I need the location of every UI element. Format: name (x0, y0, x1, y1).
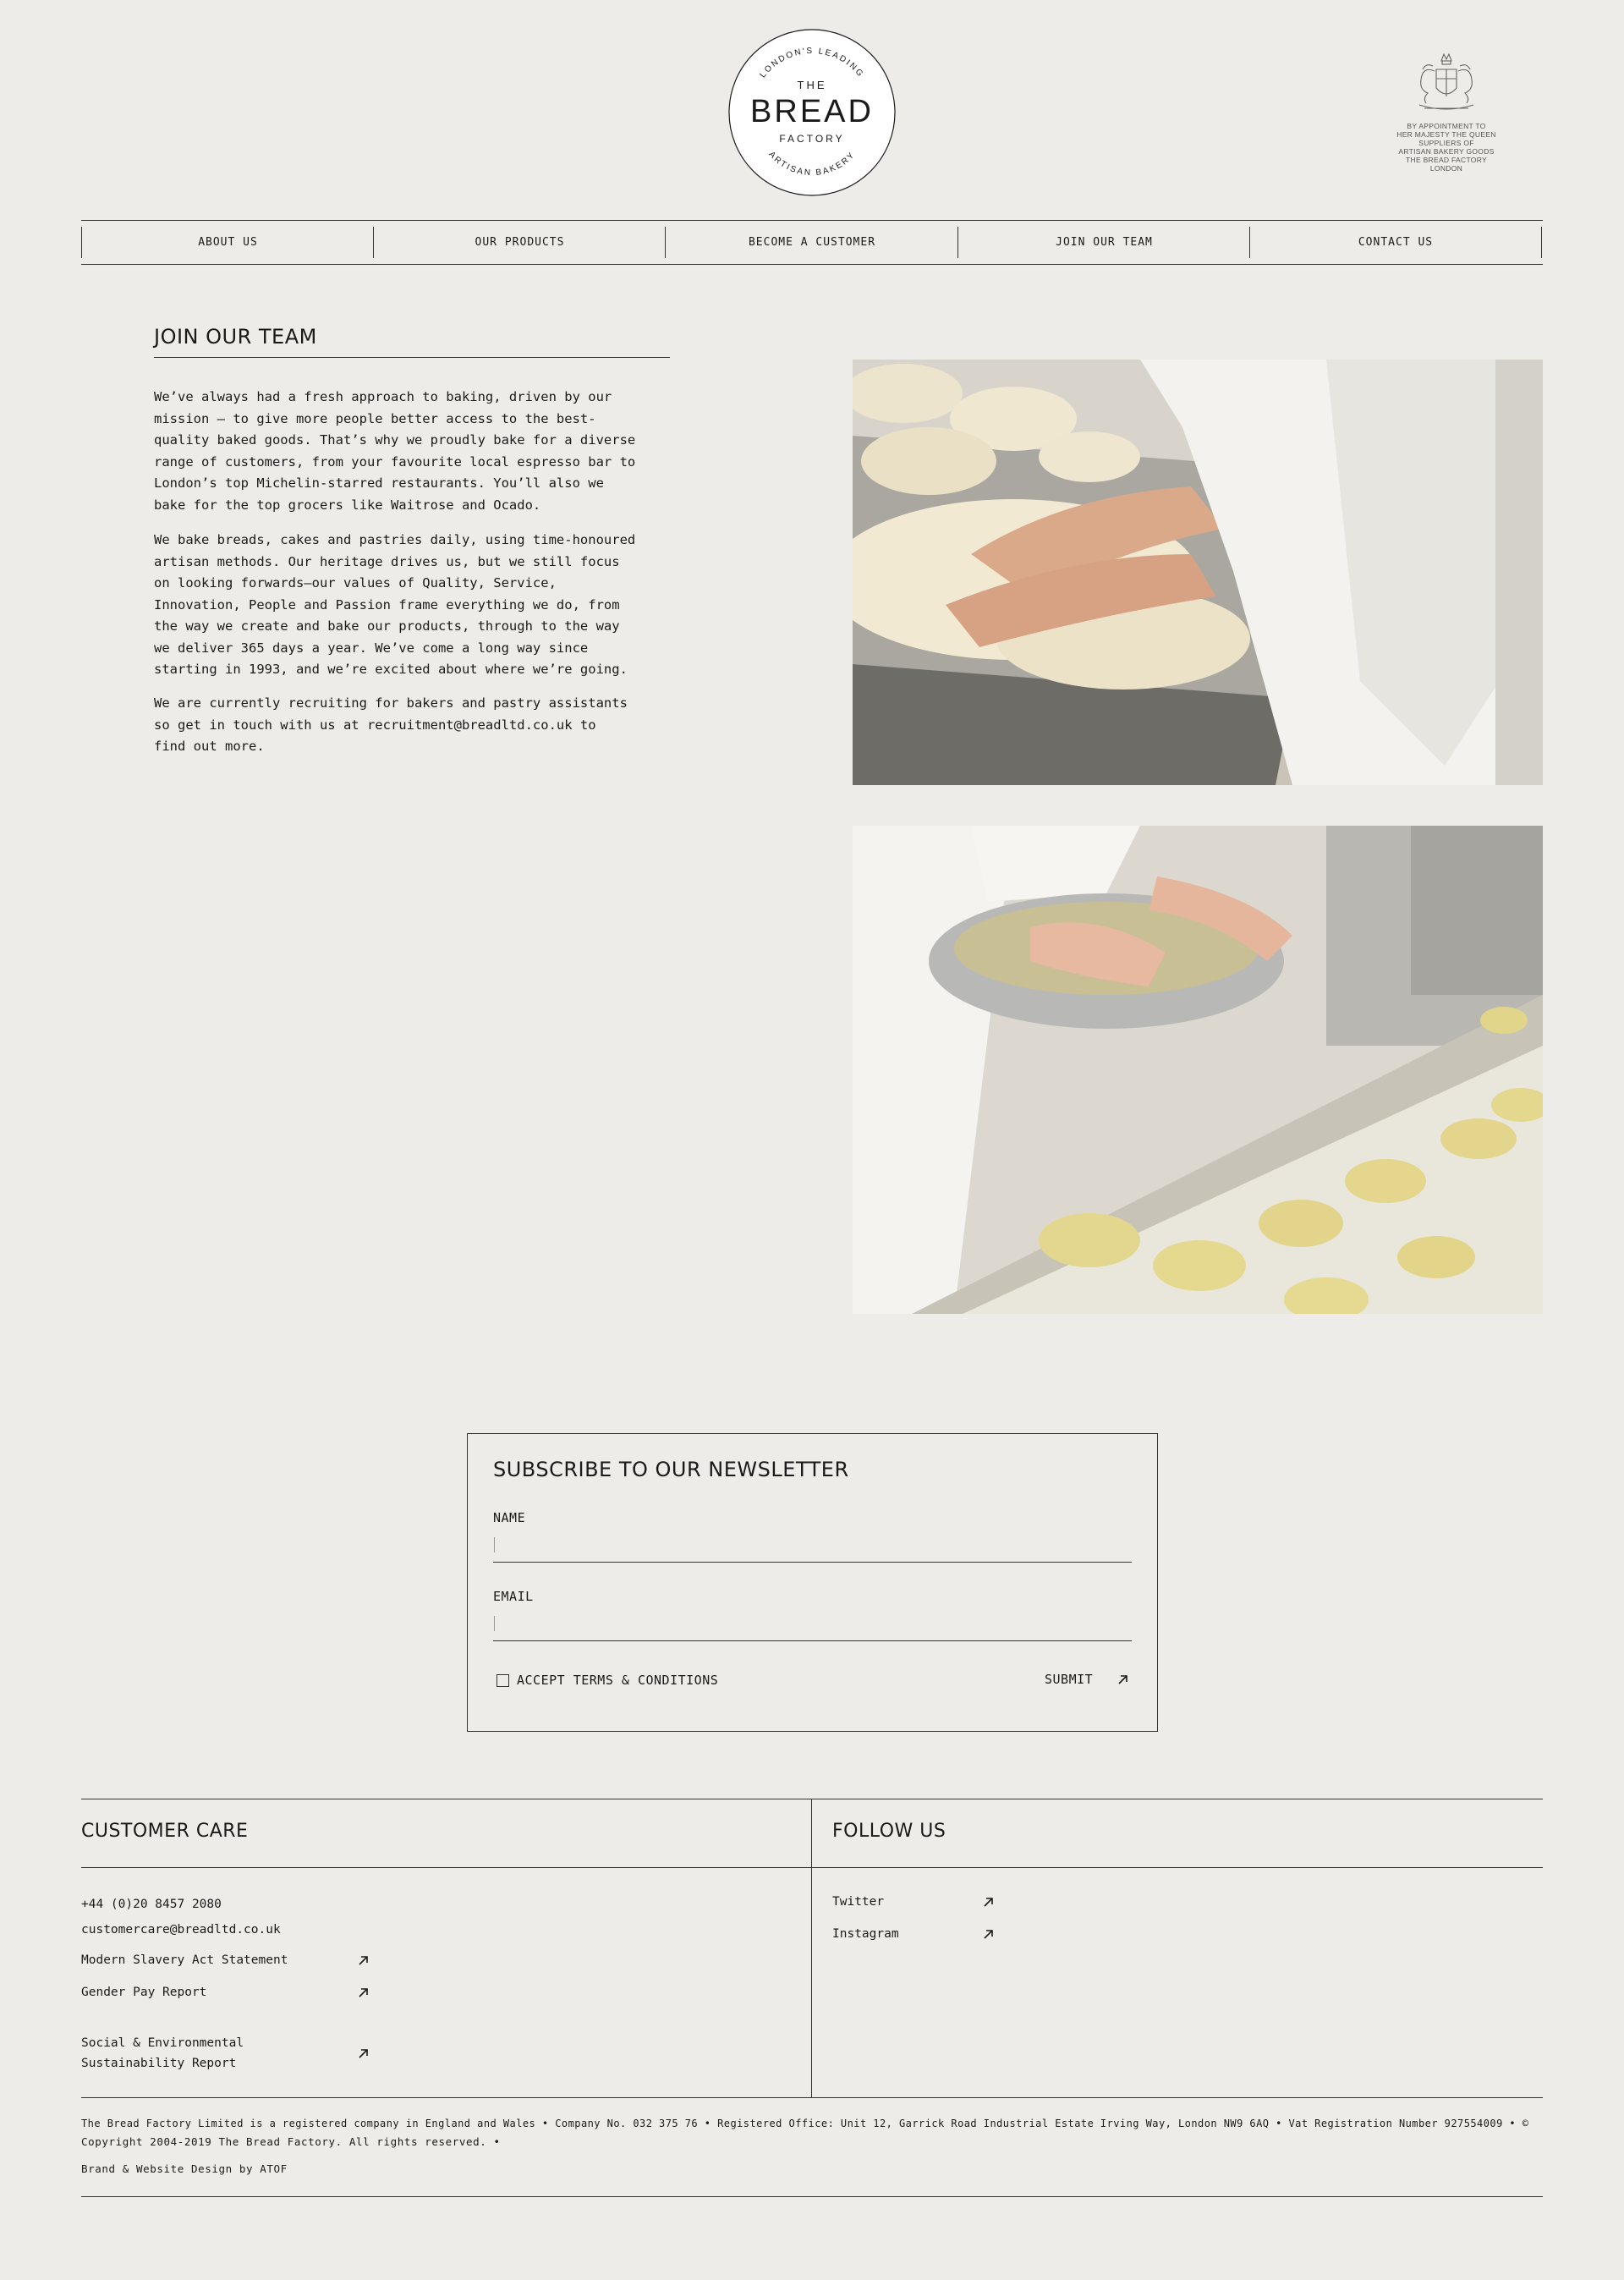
warrant-line: SUPPLIERS OF (1418, 139, 1474, 147)
warrant-line: ARTISAN BAKERY GOODS (1398, 147, 1495, 156)
instagram-label: Instagram (832, 1927, 899, 1941)
baker-kneading-dough-photo (853, 360, 1543, 785)
paragraph-line: the way we create and bake our products,… (154, 618, 620, 634)
arrow-up-right-icon (359, 1988, 368, 1997)
royal-warrant-text: BY APPOINTMENT TO HER MAJESTY THE QUEEN … (1387, 122, 1506, 173)
email-input-caret (494, 1616, 495, 1631)
sustainability-label-line: Social & Environmental (81, 2036, 244, 2050)
modern-slavery-link[interactable]: Modern Slavery Act Statement (81, 1950, 373, 1970)
instagram-link[interactable]: Instagram (832, 1924, 997, 1944)
paragraph-line: We bake breads, cakes and pastries daily… (154, 532, 636, 547)
submit-label: SUBMIT (1045, 1672, 1094, 1687)
follow-us-heading: FOLLOW US (832, 1821, 946, 1842)
footer-heading-rule (81, 1867, 1543, 1868)
paragraph-line: bake for the top grocers like Waitrose a… (154, 497, 541, 513)
page-end-rule (81, 2196, 1543, 2197)
logo-bread: BREAD (750, 94, 874, 129)
paragraph-line: London’s top Michelin-starred restaurant… (154, 475, 604, 491)
paragraph-line: range of customers, from your favourite … (154, 453, 636, 470)
warrant-line: BY APPOINTMENT TO (1407, 122, 1486, 130)
page-title: JOIN OUR TEAM (154, 325, 670, 358)
warrant-line: HER MAJESTY THE QUEEN (1396, 130, 1496, 139)
email-label: EMAIL (493, 1589, 534, 1604)
customer-care-email[interactable]: customercare@breadltd.co.uk (81, 1920, 281, 1940)
arrow-up-right-icon (359, 1956, 368, 1965)
terms-label[interactable]: ACCEPT TERMS & CONDITIONS (517, 1673, 718, 1688)
logo-the: THE (798, 79, 827, 91)
baker-seeding-rolls-photo (853, 826, 1543, 1314)
royal-coat-of-arms-icon (1418, 52, 1474, 110)
paragraph-line: We are currently recruiting for bakers a… (154, 695, 628, 711)
paragraph-line: find out more. (154, 739, 265, 754)
warrant-line: LONDON (1429, 164, 1463, 173)
nav-our-products[interactable]: OUR PRODUCTS (373, 227, 666, 258)
name-label: NAME (493, 1510, 526, 1525)
recruitment-email-line[interactable]: so get in touch with us at recruitment@b… (154, 717, 596, 733)
legal-copyright: Copyright 2004-2019 The Bread Factory. A… (81, 2135, 501, 2148)
nav-join-our-team[interactable]: JOIN OUR TEAM (957, 227, 1250, 258)
intro-paragraph: We’ve always had a fresh approach to bak… (154, 387, 683, 516)
twitter-label: Twitter (832, 1895, 885, 1909)
logo-badge: LONDON'S LEADING ARTISAN BAKERY THE BREA… (728, 29, 896, 196)
paragraph-line: mission – to give more people better acc… (154, 410, 596, 426)
name-input[interactable] (493, 1530, 1132, 1563)
recruiting-paragraph: We are currently recruiting for bakers a… (154, 693, 683, 758)
nav-contact-us[interactable]: CONTACT US (1249, 227, 1542, 258)
paragraph-line: we deliver 365 days a year. We’ve come a… (154, 640, 589, 656)
arrow-up-right-icon (984, 1930, 993, 1939)
paragraph-line: We’ve always had a fresh approach to bak… (154, 389, 612, 404)
nav-about-us[interactable]: ABOUT US (81, 227, 374, 258)
bread-factory-logo[interactable]: LONDON'S LEADING ARTISAN BAKERY THE BREA… (727, 28, 897, 197)
footer-bottom-rule (81, 2097, 1543, 2098)
sustainability-report-link[interactable]: Social & Environmental Sustainability Re… (81, 2033, 373, 2074)
arrow-up-right-icon (1118, 1675, 1127, 1684)
twitter-link[interactable]: Twitter (832, 1892, 997, 1912)
gender-pay-link[interactable]: Gender Pay Report (81, 1982, 373, 2003)
paragraph-line: Innovation, People and Passion frame eve… (154, 596, 620, 613)
seeding-photo-illustration (853, 826, 1543, 1314)
customer-care-heading: CUSTOMER CARE (81, 1821, 249, 1842)
paragraph-line: starting in 1993, and we’re excited abou… (154, 662, 628, 677)
email-input[interactable] (493, 1609, 1132, 1641)
footer-column-divider (811, 1799, 812, 2097)
submit-button[interactable]: SUBMIT (1045, 1670, 1138, 1690)
design-credit[interactable]: Brand & Website Design by ATOF (81, 2161, 288, 2178)
paragraph-line: artisan methods. Our heritage drives us,… (154, 553, 620, 569)
legal-company-info: The Bread Factory Limited is a registere… (81, 2118, 1529, 2129)
nav-become-a-customer[interactable]: BECOME A CUSTOMER (665, 227, 958, 258)
logo-factory: FACTORY (779, 133, 844, 145)
sustainability-label-line: Sustainability Report (81, 2057, 237, 2070)
arrow-up-right-icon (359, 2049, 368, 2058)
paragraph-line: quality baked goods. That’s why we proud… (154, 432, 636, 448)
gender-pay-label: Gender Pay Report (81, 1986, 207, 1999)
paragraph-line: on looking forwards–our values of Qualit… (154, 575, 557, 591)
newsletter-signup-form: SUBSCRIBE TO OUR NEWSLETTER NAME EMAIL A… (467, 1433, 1158, 1732)
customer-care-phone[interactable]: +44 (0)20 8457 2080 (81, 1894, 222, 1915)
terms-checkbox[interactable] (497, 1674, 509, 1687)
modern-slavery-label: Modern Slavery Act Statement (81, 1953, 288, 1967)
royal-warrant: BY APPOINTMENT TO HER MAJESTY THE QUEEN … (1387, 51, 1506, 173)
arrow-up-right-icon (984, 1898, 993, 1907)
heritage-paragraph: We bake breads, cakes and pastries daily… (154, 530, 683, 681)
newsletter-title: SUBSCRIBE TO OUR NEWSLETTER (493, 1458, 849, 1481)
main-navigation: ABOUT US OUR PRODUCTS BECOME A CUSTOMER … (81, 220, 1543, 265)
name-input-caret (494, 1537, 495, 1552)
kneading-photo-illustration (853, 360, 1543, 785)
warrant-line: THE BREAD FACTORY (1406, 156, 1487, 164)
